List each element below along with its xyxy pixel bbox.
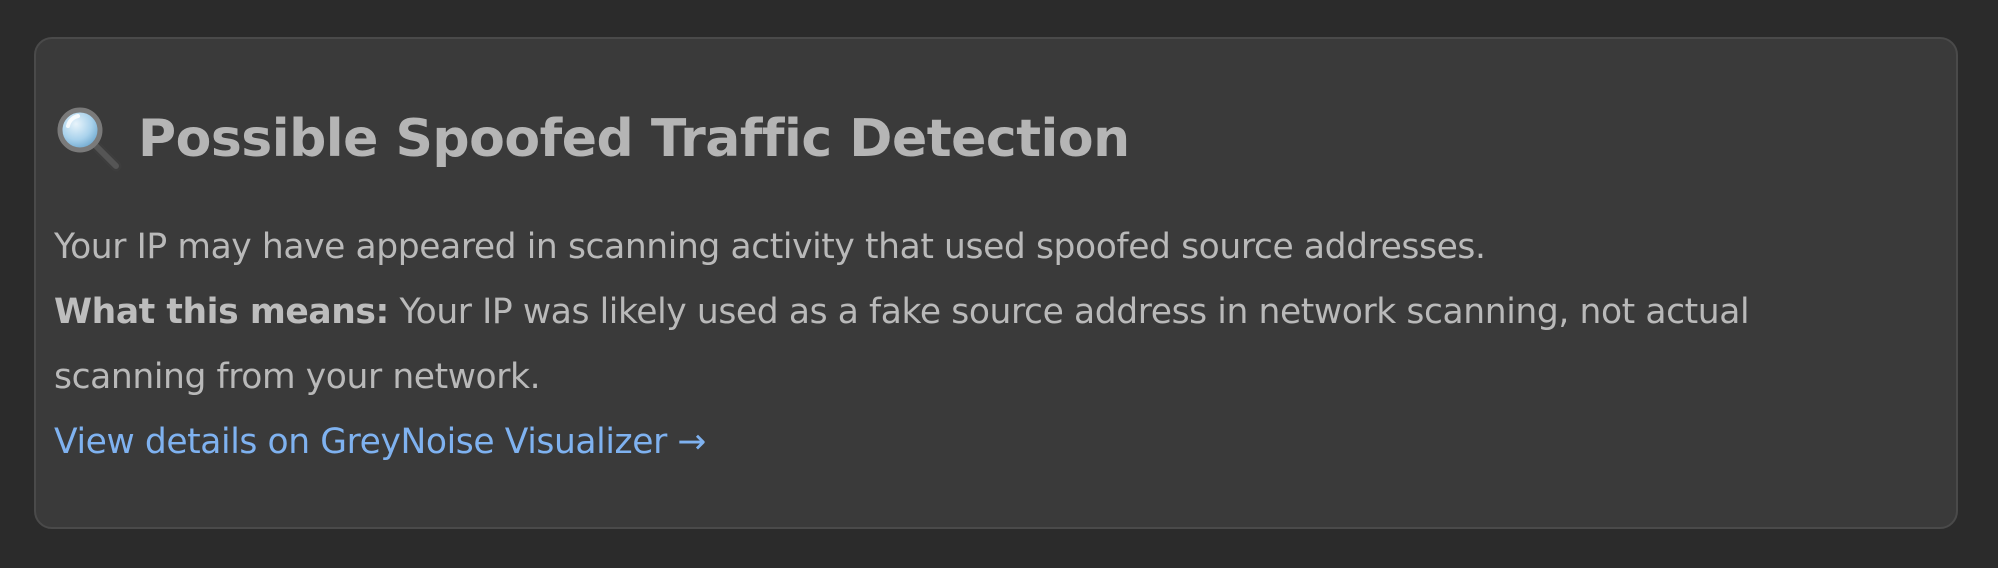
card-header: Possible Spoofed Traffic Detection — [54, 96, 1130, 182]
means-text: Your IP was likely used as a fake source… — [388, 292, 1750, 332]
card-title: Possible Spoofed Traffic Detection — [138, 109, 1130, 169]
means-line: What this means: Your IP was likely used… — [54, 280, 1904, 345]
means-text-continued: scanning from your network. — [54, 357, 541, 397]
greynoise-visualizer-link[interactable]: View details on GreyNoise Visualizer → — [54, 422, 706, 462]
description-text: Your IP may have appeared in scanning ac… — [54, 227, 1486, 267]
means-label: What this means: — [54, 292, 389, 332]
magnifying-glass-icon — [54, 104, 124, 174]
card-body: Your IP may have appeared in scanning ac… — [54, 215, 1904, 475]
